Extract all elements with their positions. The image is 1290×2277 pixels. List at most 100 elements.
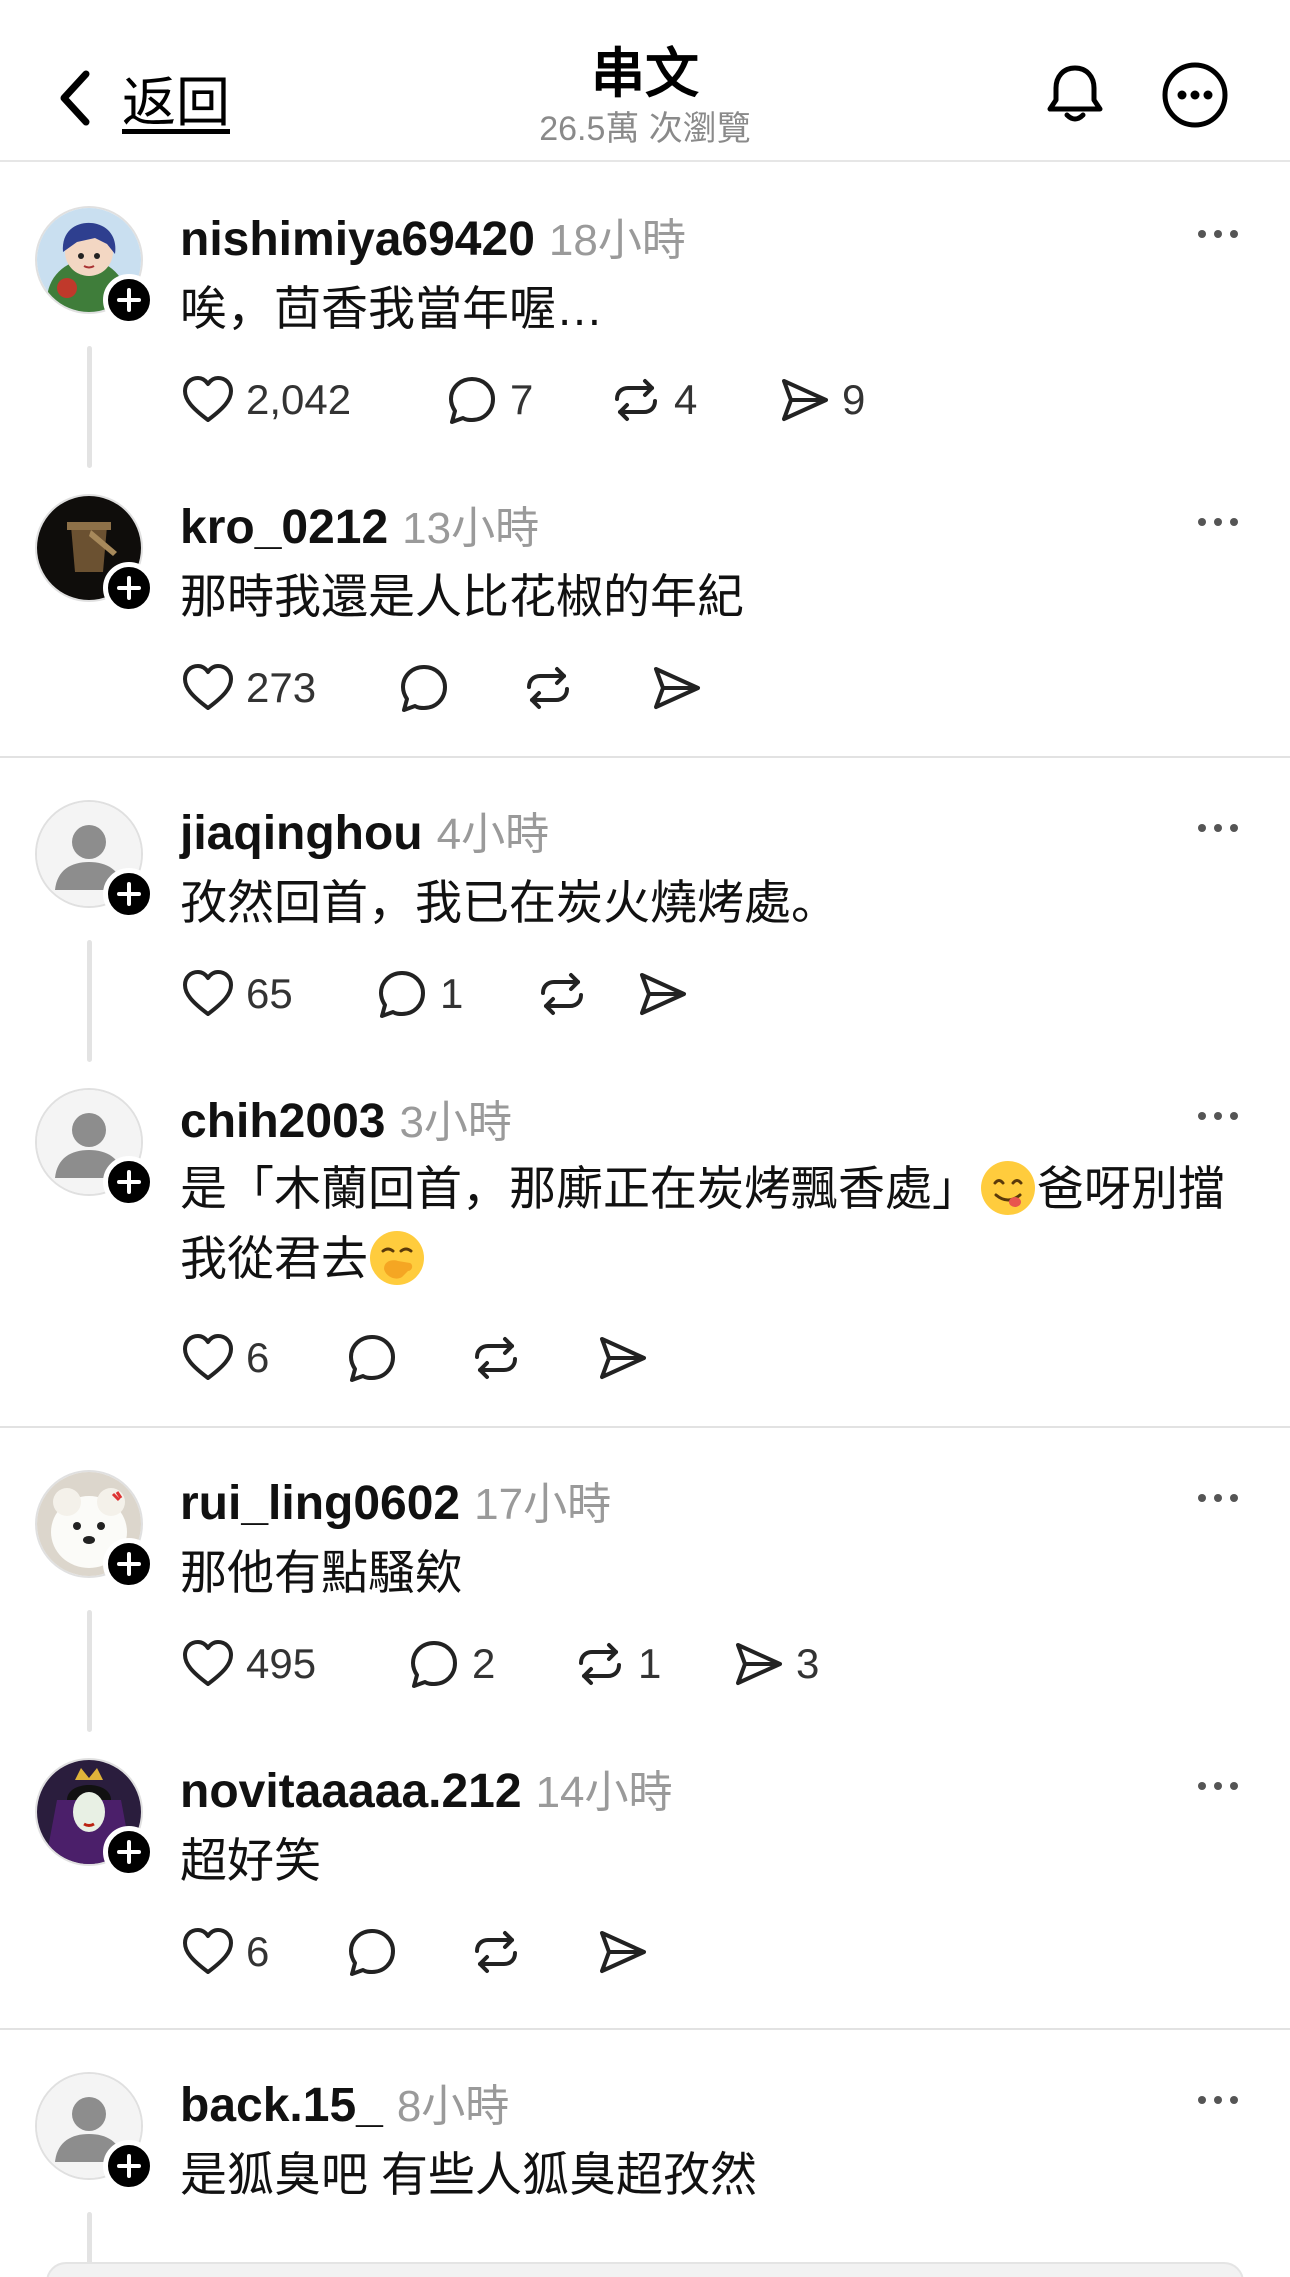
- avatar[interactable]: [35, 206, 155, 326]
- post: chih2003 3小時 是「木蘭回首，那廝正在炭烤飄香處」 爸呀別擋我從君去 6: [0, 1046, 1290, 1428]
- heart-icon: [180, 1330, 236, 1386]
- reply-icon: [344, 1924, 400, 1980]
- repost-button[interactable]: [534, 966, 634, 1022]
- share-button[interactable]: 3: [730, 1636, 819, 1692]
- repost-icon: [520, 660, 576, 716]
- repost-button[interactable]: 1: [572, 1636, 730, 1692]
- reply-button[interactable]: [344, 1330, 468, 1386]
- timestamp: 4小時: [436, 810, 550, 859]
- action-bar: 6: [180, 1924, 650, 1980]
- username[interactable]: rui_ling0602: [180, 1476, 460, 1531]
- plus-icon: [116, 881, 142, 907]
- heart-icon: [180, 1924, 236, 1980]
- username[interactable]: nishimiya69420: [180, 212, 535, 267]
- top-bar: 返回 串文 26.5萬 次瀏覽: [0, 0, 1290, 162]
- repost-button[interactable]: 4: [608, 372, 776, 428]
- post-more-icon[interactable]: [1196, 512, 1240, 532]
- like-button[interactable]: 273: [180, 660, 396, 716]
- action-bar: 65 1: [180, 966, 690, 1022]
- reply-button[interactable]: [396, 660, 520, 716]
- repost-button[interactable]: [520, 660, 648, 716]
- username[interactable]: back.15_: [180, 2078, 383, 2133]
- like-count: 6: [246, 1334, 270, 1381]
- share-icon: [634, 966, 690, 1022]
- share-button[interactable]: [594, 1924, 650, 1980]
- more-options-icon[interactable]: [1160, 60, 1230, 130]
- share-count: 9: [842, 376, 866, 423]
- reply-count: 1: [440, 970, 464, 1017]
- avatar[interactable]: [35, 800, 155, 920]
- like-button[interactable]: 65: [180, 966, 374, 1022]
- like-button[interactable]: 6: [180, 1330, 344, 1386]
- action-bar: 495 2 1 3: [180, 1636, 819, 1692]
- username[interactable]: kro_0212: [180, 500, 388, 555]
- repost-icon: [468, 1924, 524, 1980]
- reply-button[interactable]: 1: [374, 966, 534, 1022]
- post-more-icon[interactable]: [1196, 818, 1240, 838]
- action-bar: 6: [180, 1330, 650, 1386]
- share-icon: [776, 372, 832, 428]
- repost-button[interactable]: [468, 1330, 594, 1386]
- follow-button[interactable]: [103, 562, 155, 614]
- like-count: 65: [246, 970, 293, 1017]
- username[interactable]: chih2003: [180, 1094, 385, 1149]
- avatar[interactable]: [35, 1088, 155, 1208]
- post-meta: back.15_ 8小時: [180, 2070, 509, 2134]
- post-more-icon[interactable]: [1196, 224, 1240, 244]
- avatar[interactable]: [35, 1758, 155, 1878]
- plus-icon: [116, 1169, 142, 1195]
- like-count: 273: [246, 664, 317, 711]
- reply-icon: [374, 966, 430, 1022]
- heart-icon: [180, 660, 236, 716]
- reply-button[interactable]: 7: [444, 372, 608, 428]
- share-count: 3: [796, 1640, 820, 1687]
- like-button[interactable]: 6: [180, 1924, 344, 1980]
- plus-icon: [116, 2153, 142, 2179]
- post-more-icon[interactable]: [1196, 1776, 1240, 1796]
- avatar[interactable]: [35, 2072, 155, 2192]
- username[interactable]: jiaqinghou: [180, 806, 423, 861]
- post-text: 是「木蘭回首，那廝正在炭烤飄香處」 爸呀別擋我從君去: [180, 1154, 1240, 1294]
- post-text: 那時我還是人比花椒的年紀: [180, 570, 744, 623]
- follow-button[interactable]: [103, 868, 155, 920]
- share-button[interactable]: [648, 660, 704, 716]
- post-more-icon[interactable]: [1196, 1106, 1240, 1126]
- follow-button[interactable]: [103, 274, 155, 326]
- follow-button[interactable]: [103, 1826, 155, 1878]
- post-more-icon[interactable]: [1196, 2090, 1240, 2110]
- bell-icon[interactable]: [1040, 60, 1110, 130]
- repost-count: 1: [638, 1640, 662, 1687]
- reply-button[interactable]: [344, 1924, 468, 1980]
- share-button[interactable]: 9: [776, 372, 865, 428]
- yum-face-emoji-icon: [979, 1159, 1037, 1217]
- reply-button[interactable]: 2: [406, 1636, 572, 1692]
- post-meta: novitaaaaa.212 14小時: [180, 1756, 673, 1820]
- heart-icon: [180, 966, 236, 1022]
- follow-button[interactable]: [103, 2140, 155, 2192]
- share-button[interactable]: [594, 1330, 650, 1386]
- post-text: 唉，茴香我當年喔…: [180, 282, 603, 335]
- like-button[interactable]: 2,042: [180, 372, 444, 428]
- repost-button[interactable]: [468, 1924, 594, 1980]
- thread-line: [87, 1610, 92, 1732]
- avatar[interactable]: [35, 494, 155, 614]
- plus-icon: [116, 1839, 142, 1865]
- avatar[interactable]: [35, 1470, 155, 1590]
- post-more-icon[interactable]: [1196, 1488, 1240, 1508]
- repost-icon: [468, 1330, 524, 1386]
- post: novitaaaaa.212 14小時 超好笑 6: [0, 1716, 1290, 2030]
- reply-icon: [396, 660, 452, 716]
- thread-feed: nishimiya69420 18小時 唉，茴香我當年喔… 2,042 7 4 …: [0, 164, 1290, 2277]
- share-icon: [648, 660, 704, 716]
- username[interactable]: novitaaaaa.212: [180, 1764, 522, 1819]
- reply-composer-bar[interactable]: [46, 2262, 1244, 2277]
- reply-group: rui_ling0602 17小時 那他有點騷欸 495 2 1 3 novit…: [0, 1428, 1290, 2030]
- follow-button[interactable]: [103, 1156, 155, 1208]
- post: nishimiya69420 18小時 唉，茴香我當年喔… 2,042 7 4 …: [0, 164, 1290, 468]
- thread-line: [87, 940, 92, 1062]
- post-meta: rui_ling0602 17小時: [180, 1468, 611, 1532]
- like-button[interactable]: 495: [180, 1636, 406, 1692]
- follow-button[interactable]: [103, 1538, 155, 1590]
- timestamp: 18小時: [548, 216, 686, 265]
- share-button[interactable]: [634, 966, 690, 1022]
